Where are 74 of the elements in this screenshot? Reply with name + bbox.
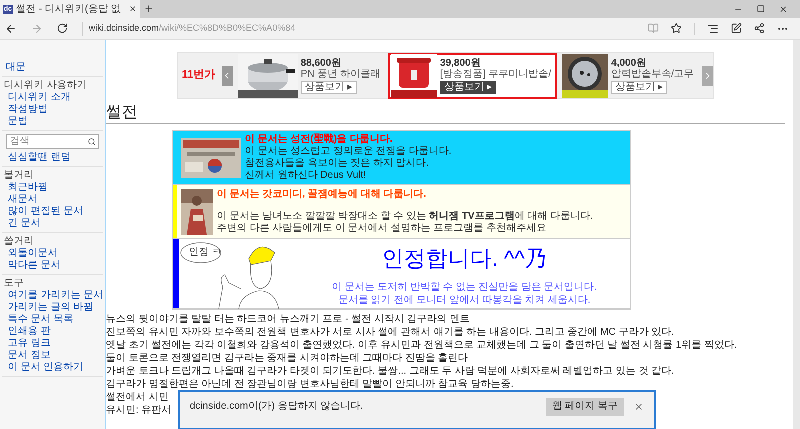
sidebar-link[interactable]: 고유 링크: [2, 338, 51, 350]
refresh-icon[interactable]: [57, 23, 68, 34]
search-field[interactable]: 검색: [6, 134, 99, 149]
ad-item[interactable]: 4,000원 압력밥솥부속/고무 상품보기 ▸: [559, 52, 700, 98]
hub-icon[interactable]: [707, 22, 719, 34]
notice-title: 이 문서는 갓코미디, 꿀잼예능에 대해 다룹니다.: [217, 188, 428, 200]
ad-logo[interactable]: 11번가: [178, 67, 220, 84]
notice-text: 이 문서는 도저히 반박할 수 없는 진실만을 담은 문서입니다.: [332, 281, 597, 294]
notice-text: 문서를 읽기 전에 모니터 앞에서 따봉각을 치켜 세웁시다.: [338, 294, 591, 307]
sidebar-link[interactable]: 문법: [2, 116, 28, 128]
ad-product-name: [방송정품] 쿠쿠미니밥솥/: [440, 68, 552, 80]
sidebar-link[interactable]: 긴 문서: [2, 218, 41, 230]
sidebar-link[interactable]: 외톨이문서: [2, 248, 58, 260]
speech-bubble-text: 인정 ㅋ: [189, 247, 222, 259]
view-product-button[interactable]: 상품보기 ▸: [300, 80, 357, 94]
sidebar-heading: 쓸거리: [3, 236, 34, 248]
close-icon[interactable]: [634, 402, 644, 412]
ad-price: 88,600원: [300, 58, 342, 68]
sidebar-link[interactable]: 작성방법: [2, 104, 48, 116]
sidebar-link[interactable]: 대문: [2, 62, 26, 74]
note-icon[interactable]: [731, 23, 742, 34]
paragraph: 가벼운 토크나 드립개그 나올때 김구라가 타겟이 되기도한다. 불쌍... 그래도 두 사람 덕분에 사회자로써 레벨업하고 있는 것 같다.: [106, 365, 674, 378]
notice-text: 주변의 다른 사람들에게도 이 문서에서 설명하는 프로그램를 추천해주세요: [217, 222, 548, 234]
maximize-icon[interactable]: [757, 5, 765, 13]
view-product-button[interactable]: 상품보기 ▸: [440, 80, 496, 94]
address-field[interactable]: wiki.dcinside.com/wiki/%EC%8D%B0%EC%A0%84: [89, 22, 296, 36]
view-product-button[interactable]: 상품보기 ▸: [611, 80, 668, 94]
ad-price: 4,000원: [611, 58, 648, 68]
notice-headline: 인정합니다. ^^乃: [382, 245, 547, 273]
notice-text: 신께서 원하신다 Deus Vult!: [245, 170, 368, 182]
sidebar-link[interactable]: 문서 정보: [2, 350, 51, 362]
previous-button[interactable]: [222, 66, 233, 86]
scrollbar[interactable]: [793, 40, 800, 429]
sidebar-heading: 도구: [3, 278, 24, 290]
sidebar-link[interactable]: 가리키는 글의 바뀜: [2, 302, 94, 314]
favorite-icon[interactable]: [671, 23, 682, 34]
sidebar-link[interactable]: 최근바뀜: [2, 182, 48, 194]
paragraph: 썰전에서 시민: [106, 391, 169, 404]
paragraph: 유시민: 유판서: [106, 404, 172, 417]
sidebar-link[interactable]: 막다른 문서: [2, 260, 61, 272]
share-icon[interactable]: [754, 23, 765, 34]
paragraph: 둘이 토론으로 전쟁열리면 김구라는 중재를 시켜야하는데 그때마다 진땀을 흘린다: [106, 352, 468, 365]
ad-product-name: PN 풍년 하이클래: [300, 68, 380, 80]
notice-title: 이 문서는 성전(聖戰)을 다룹니다.: [245, 134, 394, 146]
close-icon[interactable]: [129, 5, 137, 13]
ad-item[interactable]: 88,600원 PN 풍년 하이클래 상품보기 ▸: [234, 52, 386, 98]
notice-text: 이 문서는 남녀노소 깔깔깔 박장대소 할 수 있는 허니잼 TV프로그램에 대해 다룹니다.: [217, 210, 594, 222]
paragraph: 진보쪽의 유시민 자까와 보수쪽의 전원책 변호사가 서로 시사 썰에 관해서 얘기를 하는 내용이다. 그리고 중간에 MC 구라가 있다.: [106, 326, 674, 339]
sidebar-link[interactable]: 디시위키 소개: [2, 92, 71, 104]
paragraph: 김구라가 명절한편은 아닌데 전 장관님이랑 변호사님한테 말빨이 안되니까 참교육 당하는중.: [106, 378, 514, 391]
ad-price: 39,800원: [440, 58, 482, 68]
sidebar-link[interactable]: 심심할땐 랜덤: [2, 152, 71, 164]
page-title: 썰전: [106, 102, 138, 122]
sidebar-link[interactable]: 이 문서 인용하기: [2, 362, 84, 374]
paragraph: 옛날 초기 썰전에는 각각 이철희와 강용석이 출연했었다. 이후 유시민과 전원책으로 교체했는데 그 둘이 출연하던 날 썰전 시청률 1위를 찍었다.: [106, 339, 738, 352]
back-icon[interactable]: [5, 22, 17, 34]
sidebar-link[interactable]: 인쇄용 판: [2, 326, 51, 338]
sidebar-link[interactable]: 많이 편집된 문서: [2, 206, 84, 218]
sidebar-link[interactable]: 특수 문서 목록: [2, 314, 74, 326]
sidebar-heading: 볼거리: [3, 170, 34, 182]
notification-message: dcinside.com이(가) 응답하지 않습니다.: [190, 400, 364, 414]
sidebar-link[interactable]: 여기를 가리키는 문서: [2, 290, 104, 302]
restore-page-button[interactable]: 웹 페이지 복구: [546, 398, 624, 416]
ad-item[interactable]: 39,800원 [방송정품] 쿠쿠미니밥솥/ 상품보기 ▸: [388, 52, 558, 98]
notice-text: 참전용사들을 욕보이는 짓은 하지 맙시다.: [245, 158, 430, 170]
sidebar-link[interactable]: 새문서: [2, 194, 38, 206]
paragraph: 뉴스의 뒷이야기를 탈탈 터는 하드코어 뉴스깨기 프로 - 썰전 시작시 김구라의 멘트: [106, 313, 470, 326]
new-tab-icon[interactable]: [144, 4, 154, 14]
notice-text: 이 문서는 성스럽고 정의로운 전쟁을 다룹니다.: [245, 146, 452, 158]
search-icon[interactable]: [88, 138, 96, 146]
tab-title: 썰전 - 디시위키(응답 없: [16, 2, 122, 16]
sidebar-heading: 디시위키 사용하기: [3, 80, 87, 92]
close-icon[interactable]: [779, 4, 788, 14]
ad-product-name: 압력밥솥부속/고무: [611, 68, 694, 80]
